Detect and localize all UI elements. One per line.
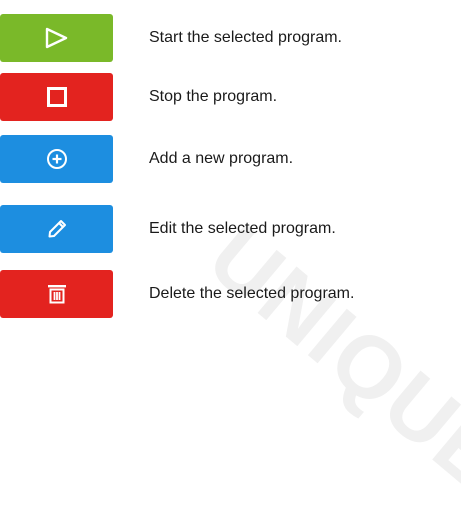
start-row: Start the selected program. [0, 14, 461, 62]
stop-button[interactable] [0, 73, 113, 121]
edit-button[interactable] [0, 205, 113, 253]
add-button[interactable] [0, 135, 113, 183]
stop-description: Stop the program. [149, 88, 278, 105]
stop-row: Stop the program. [0, 73, 461, 121]
delete-button[interactable] [0, 270, 113, 318]
edit-row: Edit the selected program. [0, 205, 461, 253]
add-row: Add a new program. [0, 135, 461, 183]
start-button[interactable] [0, 14, 113, 62]
play-icon [45, 27, 67, 49]
pencil-icon [48, 220, 66, 238]
start-description: Start the selected program. [149, 29, 342, 46]
stop-icon [46, 87, 67, 107]
delete-description: Delete the selected program. [149, 285, 355, 302]
add-circle-icon [46, 149, 67, 169]
edit-description: Edit the selected program. [149, 220, 336, 237]
trash-icon [47, 285, 66, 304]
add-description: Add a new program. [149, 150, 294, 167]
delete-row: Delete the selected program. [0, 270, 461, 318]
